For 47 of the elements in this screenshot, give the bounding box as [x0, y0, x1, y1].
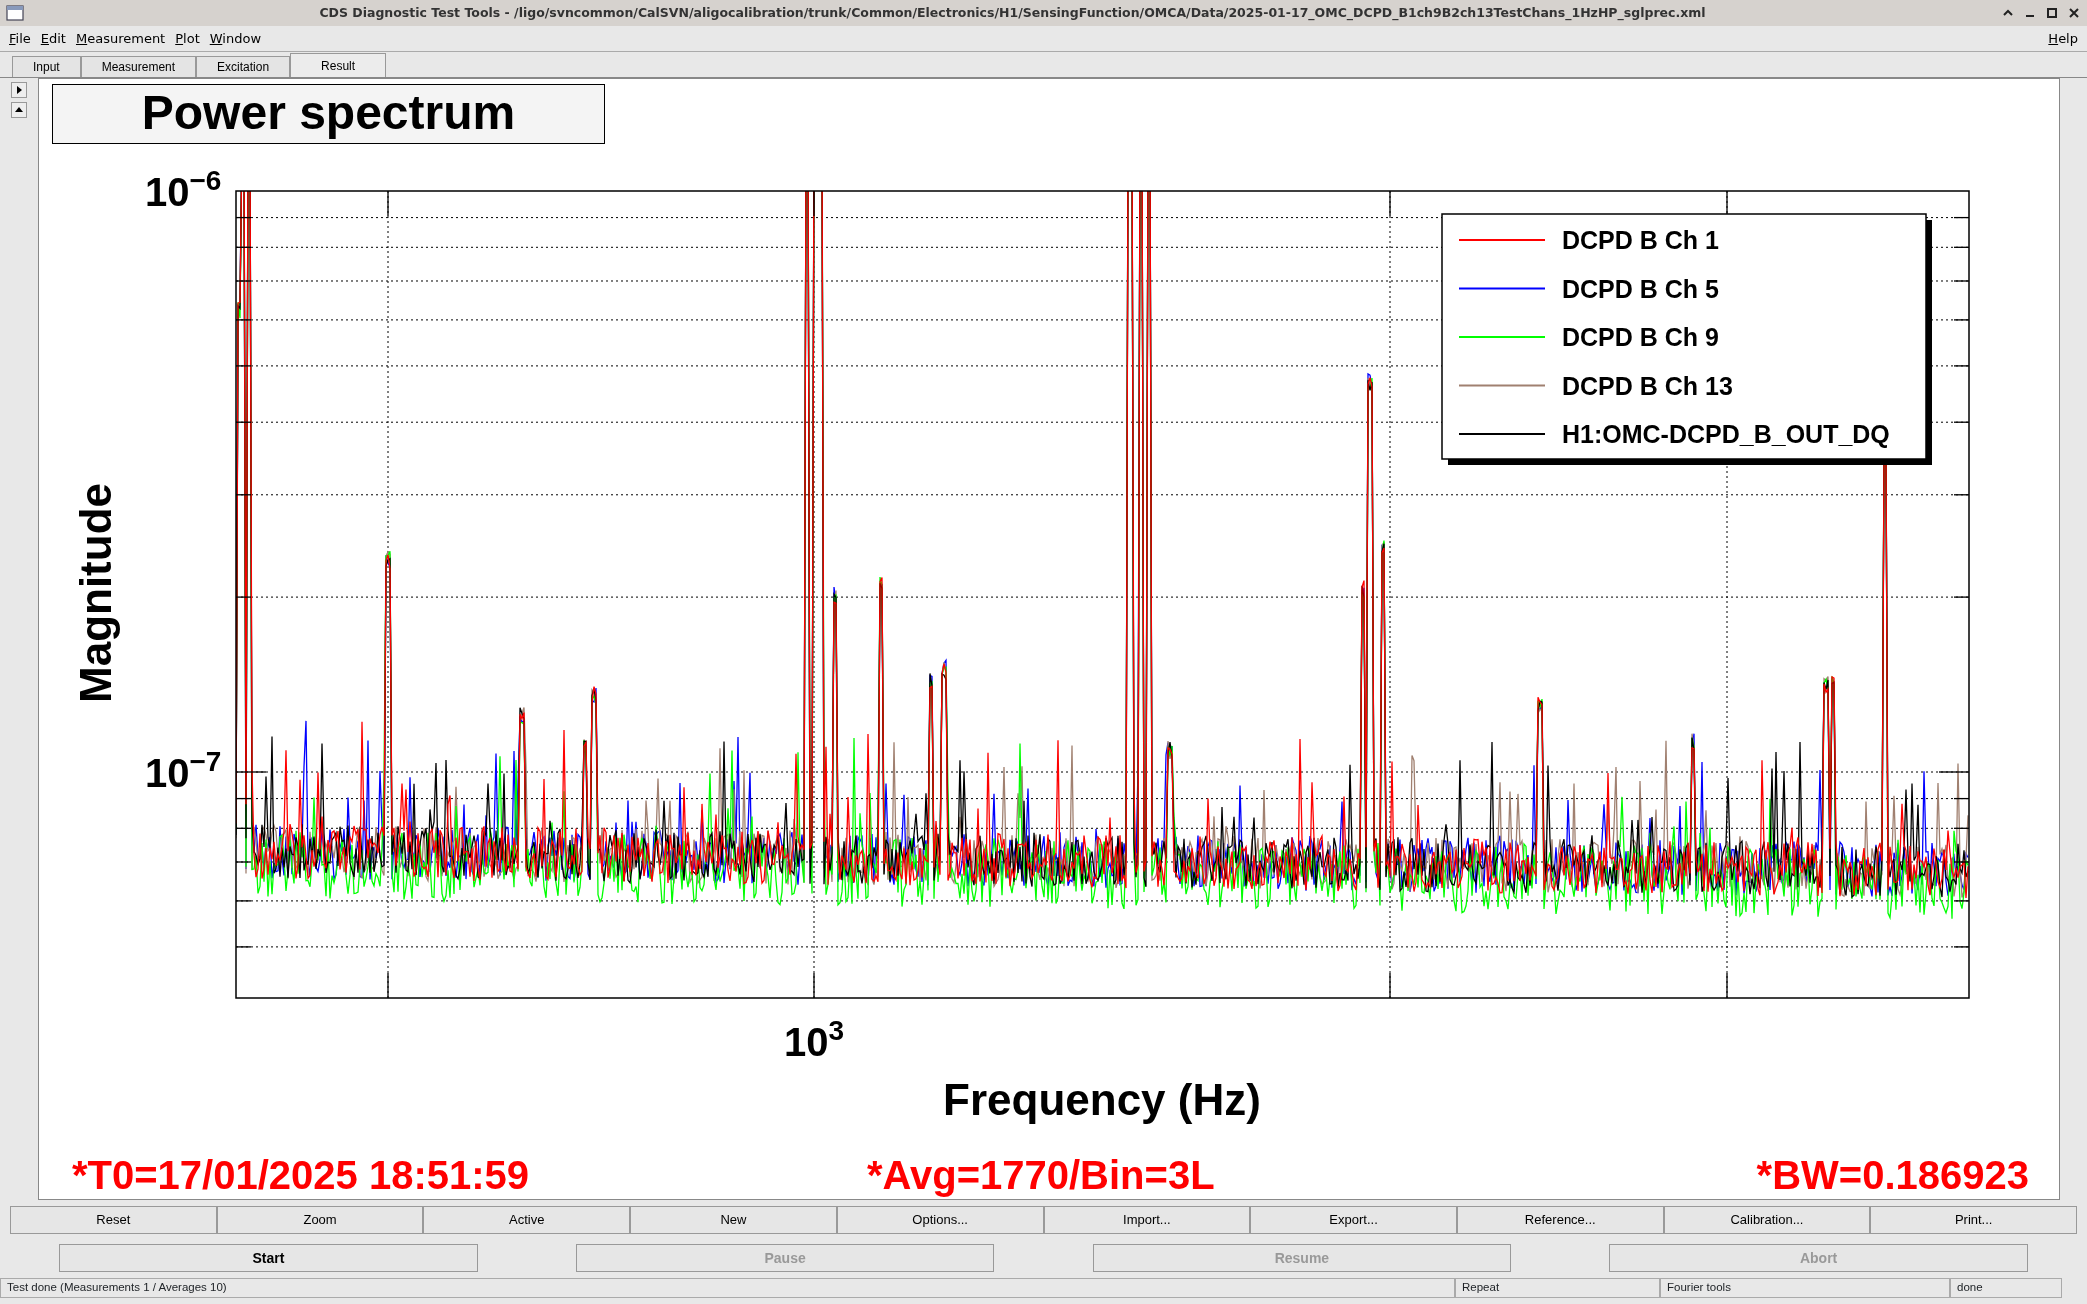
- plot-button[interactable]: Zoom: [216, 1206, 424, 1234]
- menu-item[interactable]: File: [4, 28, 36, 49]
- plot-title: Power spectrum: [52, 84, 605, 144]
- tab[interactable]: Input: [12, 56, 81, 77]
- info-text: *BW=0.186923: [1756, 1153, 2029, 1197]
- tab[interactable]: Result: [290, 53, 387, 77]
- plot-button[interactable]: Export...: [1250, 1206, 1457, 1234]
- plot-button[interactable]: Calibration...: [1663, 1206, 1871, 1234]
- y-axis-title: Magnitude: [71, 483, 120, 703]
- window-title: CDS Diagnostic Test Tools - /ligo/svncommon/CalSVN/aligocalibration/trunk/Common/Electronics/H1/SensingFunction/OMCA/Data/2025-01-17_OMC_DCPD_B1ch9B2ch13TestChans_1HzHP_sglprec.xml: [318, 3, 1707, 23]
- legend-label: DCPD B Ch 13: [1562, 371, 1733, 400]
- info-text: *Avg=1770/Bin=3L: [867, 1153, 1215, 1197]
- legend-label: DCPD B Ch 9: [1562, 323, 1719, 351]
- legend-label: DCPD B Ch 5: [1562, 274, 1719, 303]
- menu-item[interactable]: Measurement: [70, 28, 171, 49]
- legend-label: H1:OMC-DCPD_B_OUT_DQ: [1562, 420, 1890, 448]
- collapse-button[interactable]: [11, 102, 27, 118]
- y-tick-label: 10$^{−7}$: [145, 746, 222, 795]
- x-axis-title: Frequency (Hz): [943, 1075, 1261, 1124]
- legend-label: DCPD B Ch 1: [1562, 226, 1719, 254]
- plot-button[interactable]: Reference...: [1456, 1206, 1664, 1234]
- x-tick-label: 10$^{3}$: [784, 1015, 845, 1064]
- run-button[interactable]: Start: [59, 1244, 478, 1272]
- status-field: done: [1950, 1278, 2062, 1298]
- help-menu[interactable]: Help: [2043, 28, 2083, 49]
- tab[interactable]: Measurement: [80, 56, 197, 77]
- status-message: Test done (Measurements 1 / Averages 10): [0, 1278, 1455, 1298]
- plot-button[interactable]: Import...: [1043, 1206, 1251, 1234]
- status-field: Fourier tools: [1660, 1278, 1950, 1298]
- menu-item[interactable]: Plot: [170, 28, 205, 49]
- y-tick-label: 10$^{−6}$: [145, 165, 222, 214]
- plot-button[interactable]: Active: [423, 1206, 631, 1234]
- close-icon[interactable]: [2067, 6, 2081, 20]
- plot-button[interactable]: New: [630, 1206, 837, 1234]
- tab[interactable]: Excitation: [196, 56, 291, 77]
- maximize-icon[interactable]: [2045, 6, 2059, 20]
- plot-button[interactable]: Options...: [836, 1206, 1044, 1234]
- triangle-up-icon: [15, 106, 23, 114]
- plot-button[interactable]: Print...: [1870, 1206, 2078, 1234]
- plot-button[interactable]: Reset: [10, 1206, 217, 1234]
- info-text: *T0=17/01/2025 18:51:59: [72, 1153, 530, 1197]
- triangle-right-icon: [15, 86, 23, 94]
- expand-button[interactable]: [11, 82, 27, 98]
- status-field: Repeat: [1455, 1278, 1660, 1298]
- menu-item[interactable]: Edit: [35, 28, 71, 49]
- app-window-icon[interactable]: [6, 5, 24, 21]
- menu-item[interactable]: Window: [204, 28, 267, 49]
